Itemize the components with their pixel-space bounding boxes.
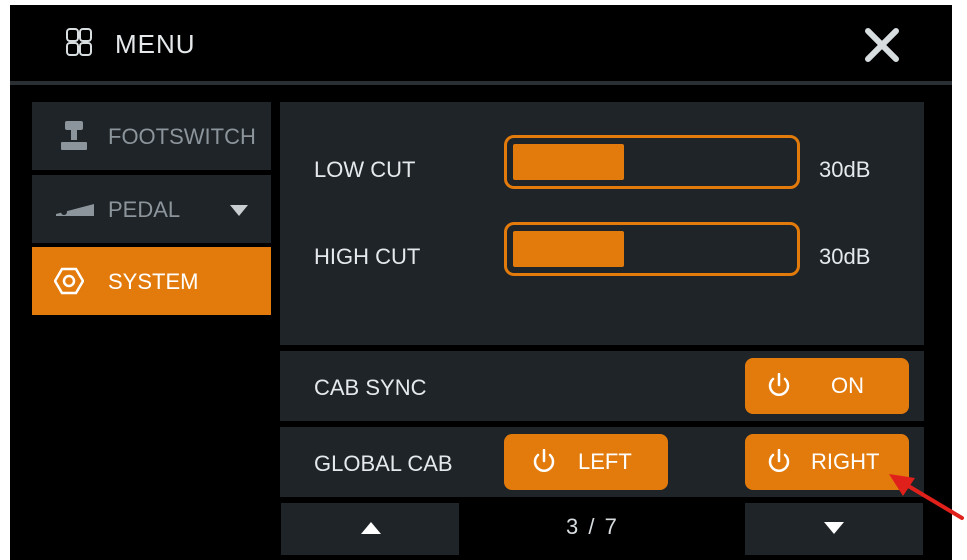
cab-sync-button-label: ON: [831, 373, 864, 398]
grid-menu-icon: [66, 28, 92, 58]
power-icon: [768, 373, 790, 396]
high-cut-label: HIGH CUT: [314, 244, 421, 269]
global-cab-label: GLOBAL CAB: [314, 451, 453, 476]
high-cut-value: 30dB: [819, 244, 871, 269]
power-icon: [768, 449, 790, 472]
page-down-button[interactable]: [745, 503, 923, 555]
arrow-up-icon: [361, 522, 381, 534]
cab-sync-row: CAB SYNC ON: [280, 351, 924, 421]
low-cut-label: LOW CUT: [314, 157, 416, 182]
chevron-down-icon[interactable]: [230, 205, 248, 216]
sidebar-item-pedal[interactable]: PEDAL: [32, 175, 271, 243]
eq-panel: LOW CUT 30dB HIGH CUT 30dB: [280, 102, 924, 345]
high-cut-slider[interactable]: [504, 222, 800, 276]
low-cut-slider-fill: [513, 144, 624, 180]
sidebar-item-label: FOOTSWITCH: [108, 124, 256, 149]
sidebar-item-system[interactable]: SYSTEM: [32, 247, 271, 315]
global-cab-left-label: LEFT: [578, 449, 632, 474]
global-cab-right-button[interactable]: RIGHT: [745, 434, 909, 490]
global-cab-left-button[interactable]: LEFT: [504, 434, 668, 490]
low-cut-value: 30dB: [819, 157, 871, 182]
power-icon: [533, 449, 555, 472]
sidebar-item-footswitch[interactable]: FOOTSWITCH: [32, 102, 271, 170]
sidebar-item-label: SYSTEM: [108, 269, 199, 294]
global-cab-row: GLOBAL CAB LEFT RIGHT: [280, 427, 924, 497]
global-cab-right-label: RIGHT: [811, 449, 880, 474]
menu-title: MENU: [115, 29, 196, 59]
cab-sync-label: CAB SYNC: [314, 375, 427, 400]
close-button[interactable]: [862, 25, 902, 65]
hexagon-settings-icon: [54, 267, 84, 295]
arrow-down-icon: [824, 522, 844, 534]
footswitch-icon: [61, 121, 87, 150]
device-screen: MENU FOOTSWITCH PEDAL SYSTEM LOW CUT 30d…: [10, 5, 952, 560]
sidebar-item-label: PEDAL: [108, 197, 181, 222]
high-cut-slider-fill: [513, 231, 624, 267]
close-icon: [865, 28, 899, 62]
page-indicator: 3 / 7: [566, 514, 619, 539]
header-bar: MENU: [10, 5, 952, 81]
pedal-icon: [56, 204, 94, 216]
page-up-button[interactable]: [281, 503, 459, 555]
low-cut-slider[interactable]: [504, 135, 800, 189]
cab-sync-on-button[interactable]: ON: [745, 358, 909, 414]
header-divider: [10, 81, 952, 85]
